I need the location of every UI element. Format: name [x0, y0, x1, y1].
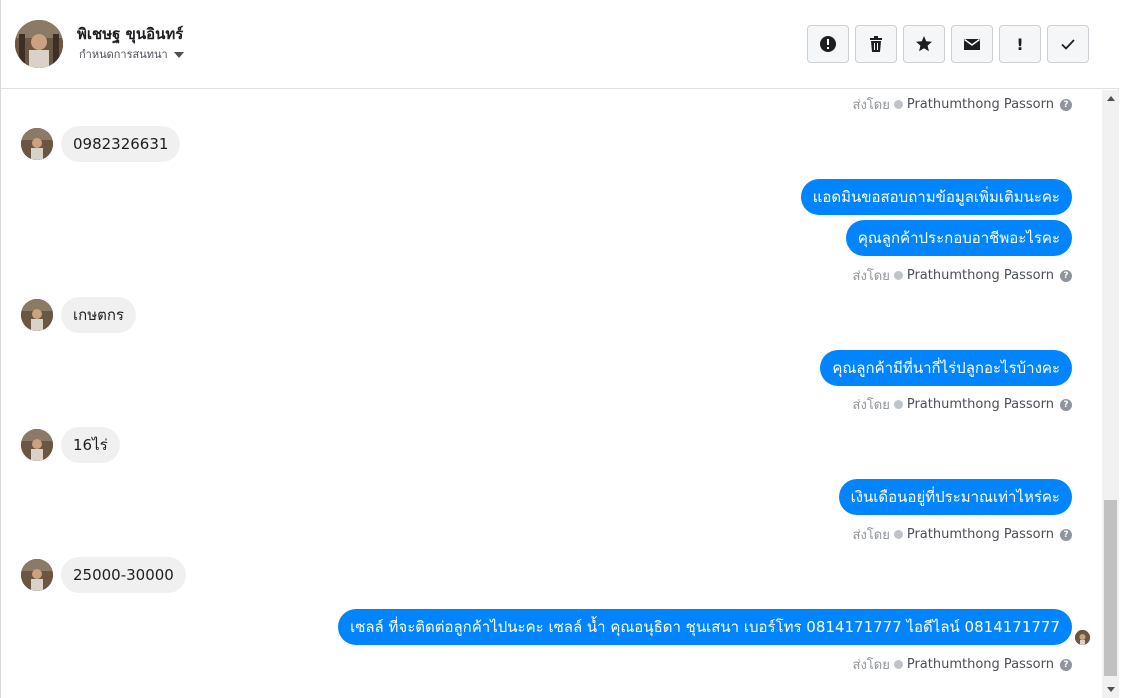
- agent-name: Prathumthong Passorn: [906, 268, 1054, 283]
- sent-by-info: ส่งโดย Prathumthong Passorn ?: [853, 265, 1072, 286]
- message-bubble[interactable]: 25000-30000: [61, 557, 186, 593]
- message-thread: ส่งโดย Prathumthong Passorn ? 0982326631…: [1, 90, 1101, 698]
- agent-name: Prathumthong Passorn: [906, 527, 1054, 542]
- sent-check-icon: [893, 100, 903, 109]
- help-icon[interactable]: ?: [1060, 398, 1072, 411]
- scroll-down-button[interactable]: [1102, 681, 1119, 698]
- sent-by-info: ส่งโดย Prathumthong Passorn ?: [853, 524, 1072, 545]
- sent-by-info: ส่งโดย Prathumthong Passorn ?: [853, 94, 1072, 115]
- mark-done-button[interactable]: [1047, 25, 1089, 63]
- message-bubble[interactable]: 16ไร่: [61, 427, 120, 463]
- sent-by-label: ส่งโดย: [852, 528, 890, 543]
- incoming-message: 25000-30000: [21, 557, 186, 593]
- assign-conversation-label: กำหนดการสนทนา: [79, 48, 168, 61]
- conversation-panel: พิเชษฐ ขุนอินทร์ กำหนดการสนทนา ! ส่งโดย …: [0, 0, 1119, 698]
- arrow-up-icon: [1106, 96, 1115, 101]
- outgoing-message[interactable]: เงินเดือนอยู่ที่ประมาณเท่าไหร่คะ: [838, 479, 1072, 515]
- message-bubble[interactable]: 0982326631: [61, 126, 181, 162]
- sent-by-label: ส่งโดย: [852, 398, 890, 413]
- delete-button[interactable]: [855, 25, 897, 63]
- contact-avatar: [21, 128, 53, 160]
- contact-avatar: [21, 429, 53, 461]
- contact-avatar: [21, 299, 53, 331]
- header-actions: !: [807, 25, 1089, 63]
- incoming-message: 0982326631: [21, 126, 181, 162]
- caret-down-icon: [173, 51, 184, 58]
- help-icon[interactable]: ?: [1060, 658, 1072, 671]
- outgoing-message[interactable]: เซลล์ ที่จะติดต่อลูกค้าไปนะคะ เซลล์ น้ำ …: [338, 609, 1072, 645]
- incoming-message: เกษตกร: [21, 297, 136, 333]
- arrow-down-icon: [1106, 687, 1115, 692]
- contact-name: พิเชษฐ ขุนอินทร์: [77, 25, 184, 43]
- exclamation-icon: !: [1016, 34, 1024, 54]
- follow-up-button[interactable]: !: [999, 25, 1041, 63]
- outgoing-message[interactable]: คุณลูกค้าประกอบอาชีพอะไรคะ: [845, 220, 1072, 256]
- help-icon[interactable]: ?: [1060, 528, 1072, 541]
- sent-check-icon: [893, 530, 903, 539]
- mark-spam-button[interactable]: [807, 25, 849, 63]
- contact-avatar: [21, 559, 53, 591]
- sent-by-info: ส่งโดย Prathumthong Passorn ?: [853, 654, 1072, 675]
- outgoing-message[interactable]: คุณลูกค้ามีที่นากี่ไร่ปลูกอะไรบ้างคะ: [820, 350, 1072, 386]
- message-bubble[interactable]: เกษตกร: [61, 297, 136, 333]
- agent-name: Prathumthong Passorn: [906, 97, 1054, 112]
- sent-by-label: ส่งโดย: [852, 658, 890, 673]
- contact-avatar[interactable]: [15, 20, 63, 68]
- assign-conversation-dropdown[interactable]: กำหนดการสนทนา: [79, 45, 184, 63]
- scroll-thumb[interactable]: [1104, 500, 1117, 676]
- sent-by-info: ส่งโดย Prathumthong Passorn ?: [853, 394, 1072, 415]
- sent-check-icon: [893, 660, 903, 669]
- alert-circle-icon: [820, 36, 836, 52]
- conversation-header: พิเชษฐ ขุนอินทร์ กำหนดการสนทนา !: [1, 0, 1119, 89]
- star-icon: [916, 36, 932, 52]
- checkmark-icon: [1061, 39, 1075, 50]
- agent-name: Prathumthong Passorn: [906, 657, 1054, 672]
- help-icon[interactable]: ?: [1060, 269, 1072, 282]
- sent-check-icon: [893, 400, 903, 409]
- sent-by-label: ส่งโดย: [852, 98, 890, 113]
- outgoing-message[interactable]: แอดมินขอสอบถามข้อมูลเพิ่มเติมนะคะ: [800, 179, 1072, 215]
- sent-check-icon: [893, 271, 903, 280]
- seen-avatar: [1075, 630, 1090, 645]
- sent-by-label: ส่งโดย: [852, 269, 890, 284]
- envelope-icon: [964, 38, 980, 50]
- mark-unread-button[interactable]: [951, 25, 993, 63]
- scroll-up-button[interactable]: [1102, 90, 1119, 107]
- incoming-message: 16ไร่: [21, 427, 120, 463]
- help-icon[interactable]: ?: [1060, 98, 1072, 111]
- star-button[interactable]: [903, 25, 945, 63]
- agent-name: Prathumthong Passorn: [906, 397, 1054, 412]
- thread-scrollbar[interactable]: [1102, 90, 1119, 698]
- trash-icon: [870, 36, 882, 52]
